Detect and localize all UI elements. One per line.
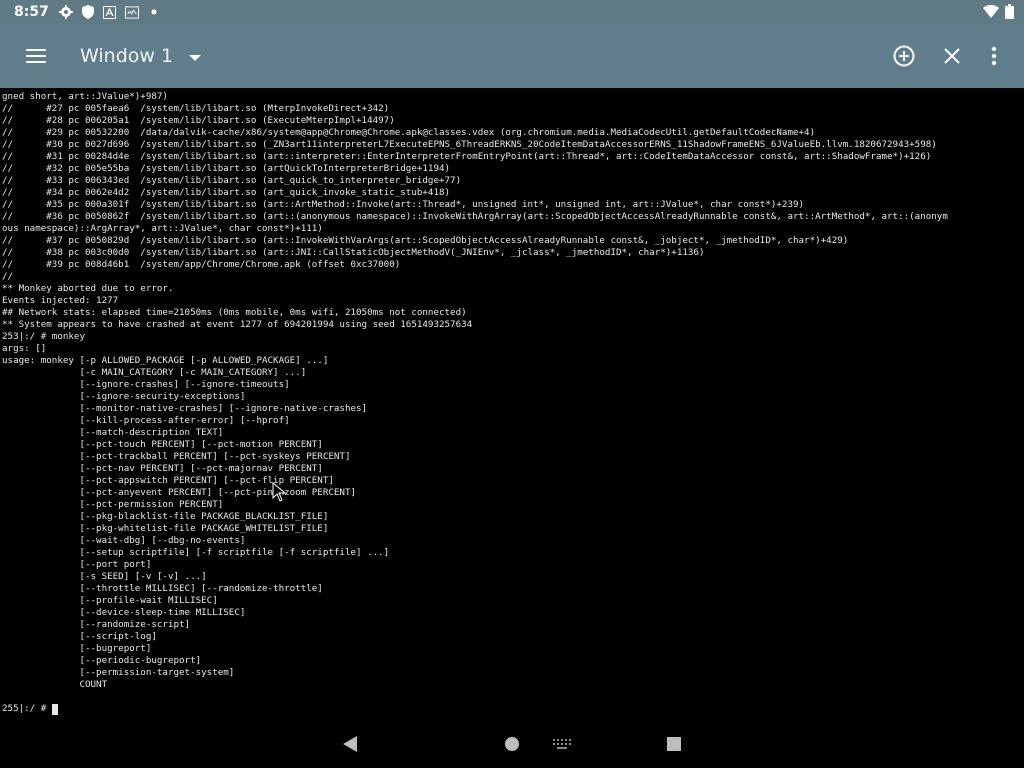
back-icon[interactable] xyxy=(334,720,366,768)
a-box-icon xyxy=(103,5,117,19)
terminal-line: // #32 pc 005e55ba /system/lib/libart.so… xyxy=(2,163,451,174)
dropdown-arrow-icon xyxy=(189,47,202,66)
battery-icon xyxy=(1005,4,1014,23)
terminal-line: [--bugreport] xyxy=(2,643,152,654)
shield-icon xyxy=(81,5,95,19)
terminal-line: [--setup scriptfile] [-f scriptfile [-f … xyxy=(2,547,390,558)
terminal-line: [--profile-wait MILLISEC] xyxy=(2,595,218,606)
terminal-line: // #36 pc 0050862f /system/lib/libart.so… xyxy=(2,211,948,222)
mouse-pointer-icon xyxy=(272,481,287,506)
terminal-line: ** System appears to have crashed at eve… xyxy=(2,319,473,330)
recents-icon[interactable] xyxy=(658,720,690,768)
terminal-line: // #31 pc 00284d4e /system/lib/libart.so… xyxy=(2,151,932,162)
terminal-line: [--pct-anyevent PERCENT] [--pct-pinchzoo… xyxy=(2,487,357,498)
terminal-line: // #38 pc 003c00d0 /system/lib/libart.so… xyxy=(2,247,705,258)
terminal-line: [-c MAIN_CATEGORY [-c MAIN_CATEGORY] ...… xyxy=(2,367,307,378)
terminal-line: // #37 pc 0050829d /system/lib/libart.so… xyxy=(2,235,849,246)
terminal-line: Events injected: 1277 xyxy=(2,295,119,306)
status-time: 8:57 xyxy=(14,4,49,20)
close-window-icon[interactable] xyxy=(932,24,972,88)
terminal-line: ous namespace)::ArgArray*, art::JValue*,… xyxy=(2,223,323,234)
terminal-line: // #34 pc 0062e4d2 /system/lib/libart.so… xyxy=(2,187,451,198)
navigation-bar xyxy=(0,720,1024,768)
terminal-line: [--port port] xyxy=(2,559,152,570)
terminal-line: [--match-description TEXT] xyxy=(2,427,224,438)
window-selector[interactable]: Window 1 xyxy=(80,24,202,88)
terminal-line: COUNT xyxy=(2,679,108,690)
app-toolbar: Window 1 xyxy=(0,24,1024,88)
terminal-line: // #35 pc 000a301f /system/lib/libart.so… xyxy=(2,199,805,210)
terminal-line: ** Monkey aborted due to error. xyxy=(2,283,174,294)
monitor-icon xyxy=(124,5,139,19)
terminal-line: // #27 pc 005faea6 /system/lib/libart.so… xyxy=(2,103,390,114)
more-options-icon[interactable] xyxy=(978,24,1010,88)
terminal-line: [--pkg-blacklist-file PACKAGE_BLACKLIST_… xyxy=(2,511,329,522)
terminal-line: [-s SEED] [-v [-v] ...] xyxy=(2,571,207,582)
terminal-line: // #28 pc 006205a1 /system/lib/libart.so… xyxy=(2,115,395,126)
terminal-line: [--wait-dbg] [--dbg-no-events] xyxy=(2,535,246,546)
terminal-line: [--pct-nav PERCENT] [--pct-majornav PERC… xyxy=(2,463,323,474)
terminal-line: args: [] xyxy=(2,343,47,354)
home-icon[interactable] xyxy=(496,720,528,768)
terminal-line: usage: monkey [-p ALLOWED_PACKAGE [-p AL… xyxy=(2,355,329,366)
terminal-line: [--pkg-whitelist-file PACKAGE_WHITELIST_… xyxy=(2,523,329,534)
terminal-line: [--pct-permission PERCENT] xyxy=(2,499,224,510)
terminal-line: [--randomize-script] xyxy=(2,619,191,630)
terminal-line: [--script-log] xyxy=(2,631,157,642)
status-bar: 8:57 xyxy=(0,0,1024,24)
terminal-line: // #30 pc 0027d696 /system/lib/libart.so… xyxy=(2,139,937,150)
hamburger-menu-icon[interactable] xyxy=(16,24,56,88)
terminal-line: [--throttle MILLISEC] [--randomize-throt… xyxy=(2,583,323,594)
terminal-line: // #29 pc 00532200 /data/dalvik-cache/x8… xyxy=(2,127,816,138)
terminal-line: 255|:/ # xyxy=(2,703,52,714)
keyboard-icon[interactable] xyxy=(548,720,576,768)
terminal-line: [--pct-trackball PERCENT] [--pct-syskeys… xyxy=(2,451,351,462)
terminal-line: // xyxy=(2,271,14,282)
terminal-line: // #33 pc 006343ed /system/lib/libart.so… xyxy=(2,175,462,186)
terminal-cursor xyxy=(51,704,58,715)
terminal-line: [--permission-target-system] xyxy=(2,667,235,678)
terminal-line: 253|:/ # monkey xyxy=(2,331,85,342)
terminal-line: [--monitor-native-crashes] [--ignore-nat… xyxy=(2,403,368,414)
terminal-line: [--ignore-crashes] [--ignore-timeouts] xyxy=(2,379,290,390)
terminal-output[interactable]: gned short, art::JValue*)+987)// #27 pc … xyxy=(0,88,1024,720)
terminal-line: [--kill-process-after-error] [--hprof] xyxy=(2,415,290,426)
add-window-icon[interactable] xyxy=(884,24,924,88)
window-title: Window 1 xyxy=(80,45,174,67)
terminal-line: [--ignore-security-exceptions] xyxy=(2,391,246,402)
wifi-icon xyxy=(983,4,999,23)
terminal-line: [--device-sleep-time MILLISEC] xyxy=(2,607,246,618)
terminal-line: ## Network stats: elapsed time=21050ms (… xyxy=(2,307,467,318)
dot-icon xyxy=(147,5,161,19)
terminal-line: // #39 pc 008d46b1 /system/app/Chrome/Ch… xyxy=(2,259,401,270)
gear-icon xyxy=(58,5,73,19)
terminal-line: gned short, art::JValue*)+987) xyxy=(2,91,168,102)
terminal-line: [--pct-touch PERCENT] [--pct-motion PERC… xyxy=(2,439,323,450)
terminal-line: [--periodic-bugreport] xyxy=(2,655,202,666)
